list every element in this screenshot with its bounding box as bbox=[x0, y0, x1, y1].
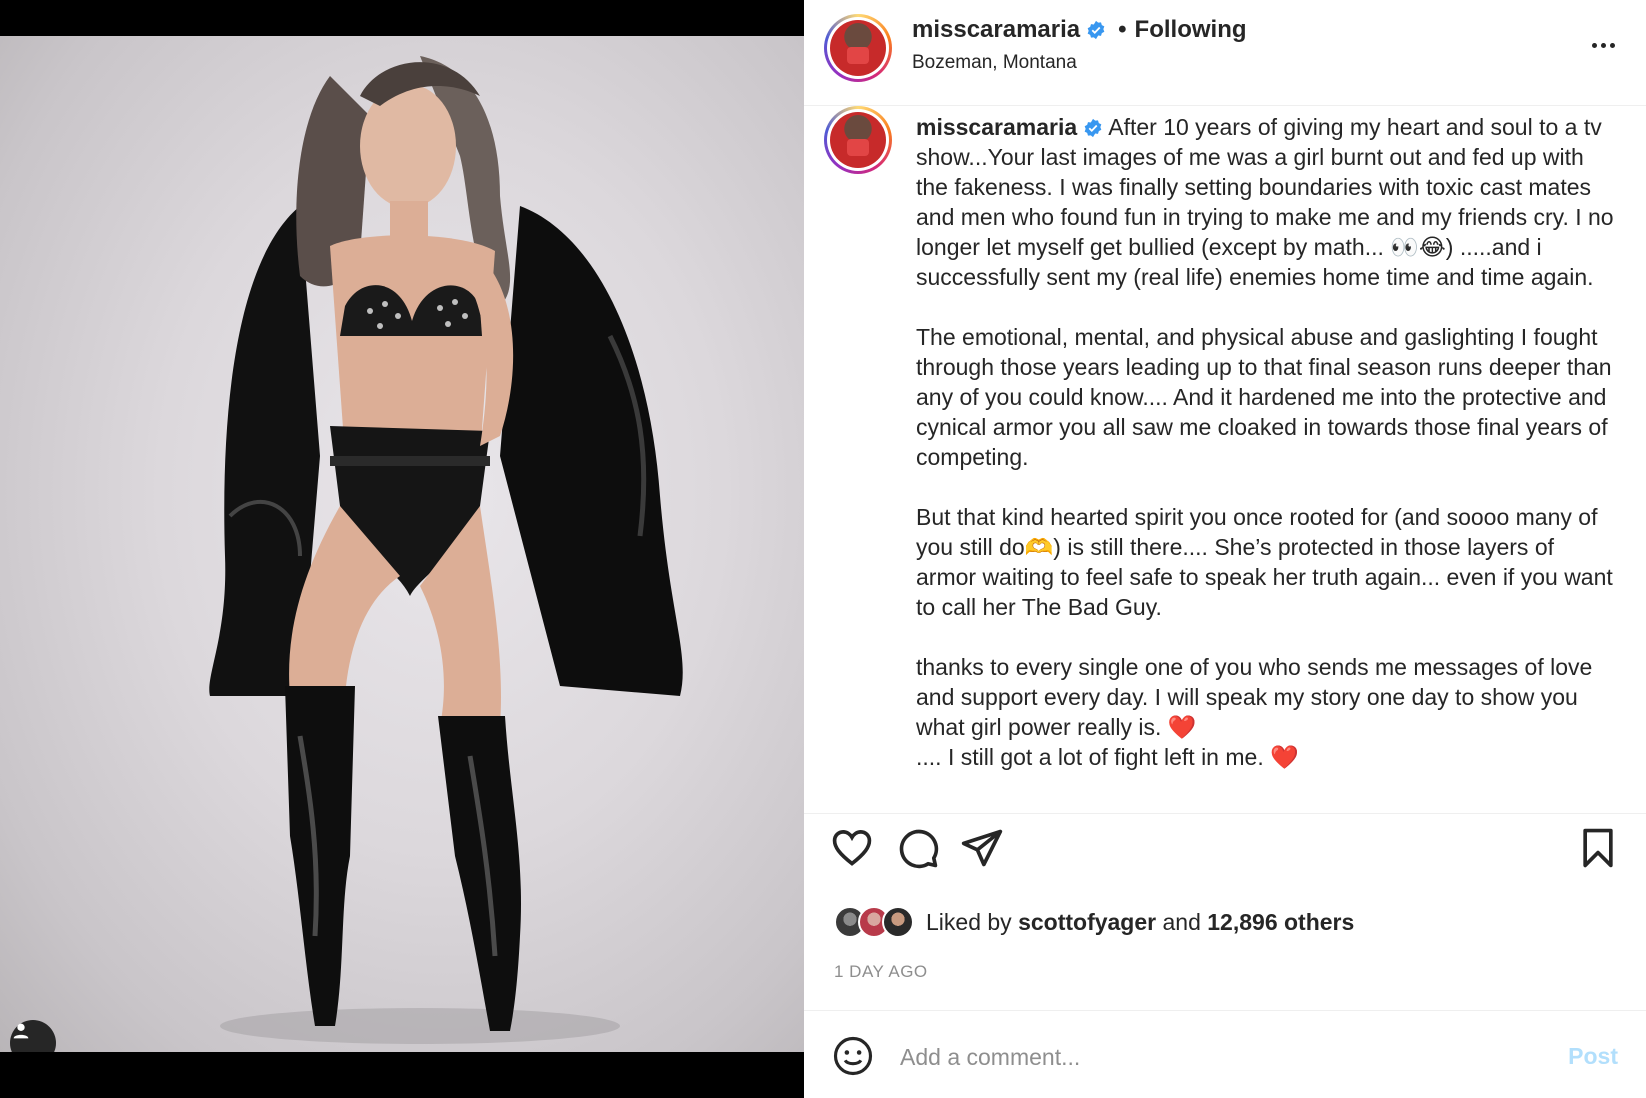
verified-badge-icon bbox=[1087, 20, 1105, 40]
following-button[interactable]: Following bbox=[1135, 16, 1247, 43]
post-location[interactable]: Bozeman, Montana bbox=[912, 52, 1077, 74]
caption-paragraph-3: But that kind hearted spirit you once ro… bbox=[916, 504, 1620, 620]
instagram-post-modal: misscaramaria • Following Bozeman, Montana… bbox=[0, 0, 1646, 1098]
photo-figure-illustration bbox=[209, 56, 683, 1044]
post-photo[interactable] bbox=[0, 36, 804, 1052]
post-media bbox=[0, 0, 804, 1098]
post-details-panel: misscaramaria • Following Bozeman, Montana… bbox=[804, 0, 1646, 1098]
likes-count-link[interactable]: 12,896 others bbox=[1207, 909, 1354, 936]
comment-icon[interactable] bbox=[896, 826, 940, 870]
likes-summary: Liked by scottofyager and 12,896 others bbox=[834, 902, 1354, 942]
send-icon[interactable] bbox=[960, 826, 1004, 870]
post-actions bbox=[804, 814, 1646, 904]
user-icon bbox=[13, 1023, 29, 1039]
heart-icon[interactable] bbox=[830, 826, 874, 870]
post-comment-button[interactable]: Post bbox=[1568, 1043, 1618, 1070]
bookmark-icon[interactable] bbox=[1576, 826, 1620, 870]
caption-author-avatar[interactable] bbox=[824, 106, 892, 174]
separator-dot: • bbox=[1118, 16, 1127, 43]
caption-paragraph-1: After 10 years of giving my heart and so… bbox=[916, 114, 1620, 290]
caption-paragraph: misscaramaria After 10 years of giving m… bbox=[916, 112, 1616, 292]
header-name-row: misscaramaria • Following bbox=[912, 16, 1247, 44]
caption-text: misscaramaria After 10 years of giving m… bbox=[916, 112, 1616, 772]
more-dots-icon[interactable] bbox=[1588, 30, 1618, 60]
comment-bar: Post bbox=[804, 1010, 1646, 1098]
liker-avatars[interactable] bbox=[834, 906, 914, 938]
caption-paragraph-4: thanks to every single one of you who se… bbox=[916, 654, 1593, 770]
caption-paragraph-2: The emotional, mental, and physical abus… bbox=[916, 324, 1618, 470]
comment-input[interactable] bbox=[900, 1037, 1520, 1077]
first-liker-username[interactable]: scottofyager bbox=[1018, 909, 1156, 936]
post-caption: misscaramaria After 10 years of giving m… bbox=[804, 106, 1646, 814]
post-header: misscaramaria • Following Bozeman, Montana bbox=[804, 0, 1646, 106]
author-username[interactable]: misscaramaria bbox=[912, 16, 1080, 43]
likes-prefix: Liked by bbox=[926, 908, 1012, 935]
author-avatar[interactable] bbox=[824, 14, 892, 82]
likes-connector: and bbox=[1162, 908, 1201, 935]
caption-username[interactable]: misscaramaria bbox=[916, 114, 1077, 140]
post-timestamp[interactable]: 1 DAY AGO bbox=[834, 962, 928, 982]
smiley-icon[interactable] bbox=[832, 1035, 874, 1077]
verified-badge-icon bbox=[1084, 118, 1102, 138]
